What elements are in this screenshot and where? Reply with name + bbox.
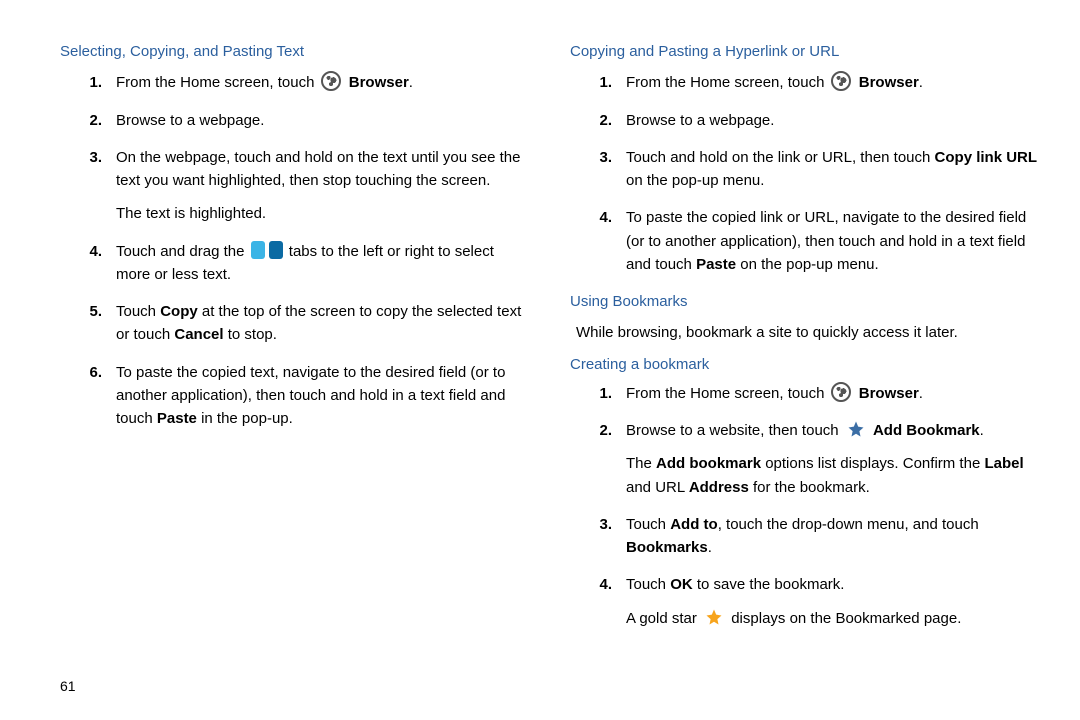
- steps-left: 1. From the Home screen, touch Browser. …: [60, 71, 530, 430]
- selection-tab-left-icon: [251, 241, 265, 259]
- inline-bold: Address: [689, 479, 749, 496]
- step-item: 1. From the Home screen, touch Browser.: [606, 382, 1040, 405]
- step-number: 6.: [74, 361, 102, 384]
- step-parts: Touch Copy at the top of the screen to c…: [116, 303, 521, 343]
- page-number: 61: [60, 676, 76, 698]
- step-parts: To paste the copied link or URL, navigat…: [626, 209, 1026, 273]
- step-tail: .: [919, 385, 923, 402]
- step-item: 6. To paste the copied text, navigate to…: [96, 361, 530, 431]
- selection-tab-right-icon: [269, 241, 283, 259]
- inline-bold: Bookmarks: [626, 539, 708, 556]
- inline-bold: Paste: [696, 256, 736, 273]
- inline-bold: Label: [984, 455, 1023, 472]
- step-parts: To paste the copied text, navigate to th…: [116, 364, 505, 428]
- step-text: Touch and drag the: [116, 243, 249, 260]
- section-intro-text: While browsing, bookmark a site to quick…: [576, 321, 1040, 344]
- step-number: 2.: [584, 419, 612, 442]
- step-item: 4. Touch and drag the tabs to the left o…: [96, 240, 530, 287]
- step-continuation: The text is highlighted.: [116, 202, 530, 225]
- step-parts: Touch Add to, touch the drop-down menu, …: [626, 516, 979, 556]
- step-item: 3. Touch Add to, touch the drop-down men…: [606, 513, 1040, 560]
- star-gold-icon: [705, 608, 723, 626]
- star-blue-icon: [847, 420, 865, 438]
- inline-bold: Add to: [670, 516, 717, 533]
- inline-bold: Cancel: [174, 326, 223, 343]
- section-heading-right-2: Using Bookmarks: [570, 290, 1040, 313]
- step-continuation: A gold star displays on the Bookmarked p…: [626, 607, 1040, 630]
- inline-bold: Copy: [160, 303, 198, 320]
- step-number: 4.: [74, 240, 102, 263]
- globe-icon: [831, 382, 851, 402]
- step-number: 3.: [584, 513, 612, 536]
- step-number: 1.: [74, 71, 102, 94]
- inline-bold: Paste: [157, 410, 197, 427]
- step-text: From the Home screen, touch: [626, 385, 829, 402]
- left-column: Selecting, Copying, and Pasting Text 1. …: [60, 40, 530, 644]
- step-item: 4. Touch OK to save the bookmark. A gold…: [606, 573, 1040, 630]
- step-text: From the Home screen, touch: [116, 74, 319, 91]
- step-item: 1. From the Home screen, touch Browser.: [96, 71, 530, 94]
- section-heading-right-1: Copying and Pasting a Hyperlink or URL: [570, 40, 1040, 63]
- step-tail: .: [980, 422, 984, 439]
- step-item: 2. Browse to a webpage.: [606, 109, 1040, 132]
- inline-bold: OK: [670, 576, 693, 593]
- two-column-layout: Selecting, Copying, and Pasting Text 1. …: [60, 40, 1040, 644]
- step-number: 3.: [74, 146, 102, 169]
- section-heading-right-3: Creating a bookmark: [570, 353, 1040, 376]
- step-item: 2. Browse to a webpage.: [96, 109, 530, 132]
- step-text: From the Home screen, touch: [626, 74, 829, 91]
- step-text: Browse to a website, then touch: [626, 422, 843, 439]
- step-tail: .: [409, 74, 413, 91]
- step-continuation: The Add bookmark options list displays. …: [626, 452, 1040, 499]
- step-number: 2.: [584, 109, 612, 132]
- step-item: 5. Touch Copy at the top of the screen t…: [96, 300, 530, 347]
- step-number: 1.: [584, 382, 612, 405]
- steps-right-3: 1. From the Home screen, touch Browser. …: [570, 382, 1040, 630]
- step-text: Browse to a webpage.: [116, 112, 264, 129]
- step-number: 2.: [74, 109, 102, 132]
- step-number: 4.: [584, 573, 612, 596]
- cont-pre: A gold star: [626, 610, 701, 627]
- step-text: On the webpage, touch and hold on the te…: [116, 149, 520, 189]
- step-item: 4. To paste the copied link or URL, navi…: [606, 206, 1040, 276]
- step-number: 1.: [584, 71, 612, 94]
- step-item: 3. On the webpage, touch and hold on the…: [96, 146, 530, 226]
- step-parts: Touch and hold on the link or URL, then …: [626, 149, 1037, 189]
- cont-post: displays on the Bookmarked page.: [727, 610, 961, 627]
- step-bold: Browser: [859, 385, 919, 402]
- steps-right-1: 1. From the Home screen, touch Browser. …: [570, 71, 1040, 276]
- step-parts: Touch OK to save the bookmark.: [626, 576, 844, 593]
- step-item: 2. Browse to a website, then touch Add B…: [606, 419, 1040, 499]
- globe-icon: [831, 71, 851, 91]
- step-item: 3. Touch and hold on the link or URL, th…: [606, 146, 1040, 193]
- globe-icon: [321, 71, 341, 91]
- step-number: 3.: [584, 146, 612, 169]
- section-heading-left: Selecting, Copying, and Pasting Text: [60, 40, 530, 63]
- step-tail: .: [919, 74, 923, 91]
- step-bold: Browser: [349, 74, 409, 91]
- step-number: 4.: [584, 206, 612, 229]
- document-page: Selecting, Copying, and Pasting Text 1. …: [0, 0, 1080, 720]
- step-number: 5.: [74, 300, 102, 323]
- inline-bold: Copy link URL: [935, 149, 1038, 166]
- step-bold: Browser: [859, 74, 919, 91]
- step-item: 1. From the Home screen, touch Browser.: [606, 71, 1040, 94]
- step-text: Browse to a webpage.: [626, 112, 774, 129]
- inline-bold: Add bookmark: [656, 455, 761, 472]
- step-bold: Add Bookmark: [873, 422, 980, 439]
- right-column: Copying and Pasting a Hyperlink or URL 1…: [570, 40, 1040, 644]
